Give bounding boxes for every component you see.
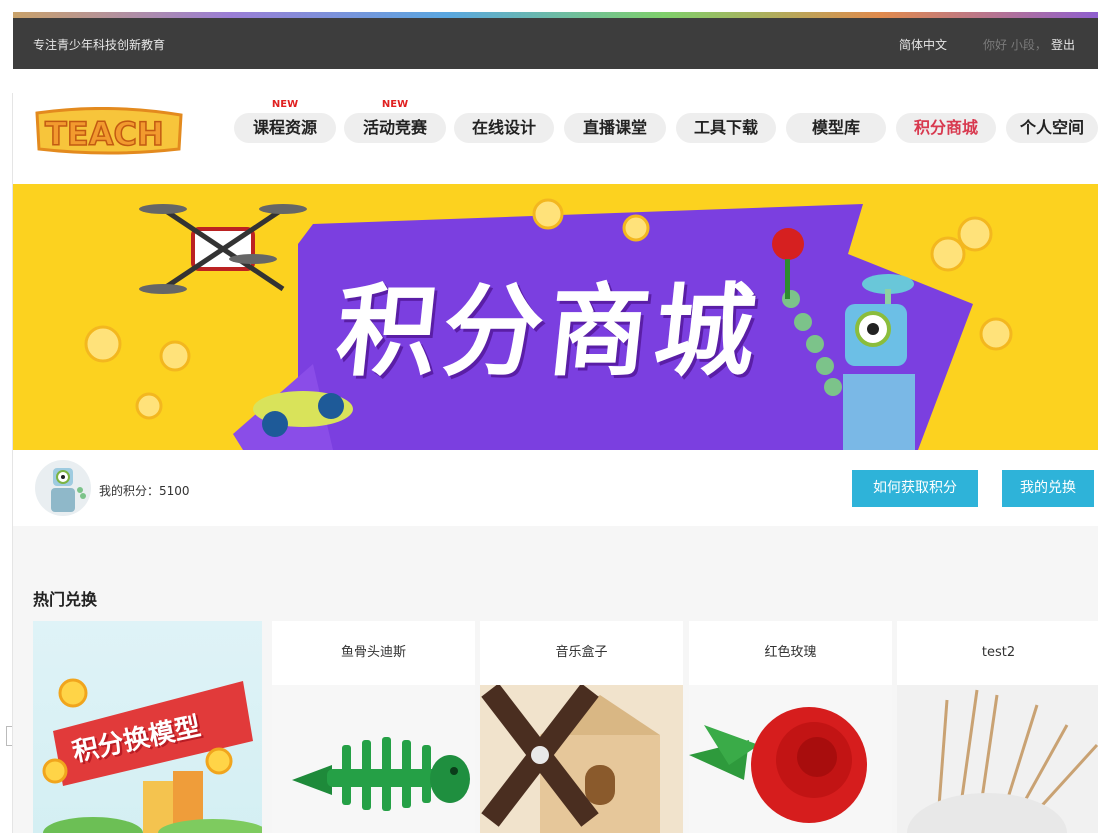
drone-icon bbox=[139, 204, 307, 294]
product-card[interactable]: 红色玫瑰 bbox=[689, 621, 892, 833]
avatar[interactable] bbox=[35, 460, 91, 516]
nav-course-resources[interactable]: NEW 课程资源 bbox=[234, 99, 336, 143]
nav-label: 活动竞赛 bbox=[362, 118, 427, 137]
new-badge: NEW bbox=[271, 99, 299, 110]
test2-image bbox=[897, 685, 1098, 833]
product-card[interactable]: test2 bbox=[897, 621, 1098, 833]
logo-text: TEACH bbox=[45, 115, 164, 153]
slogan: 专注青少年科技创新教育 bbox=[33, 38, 166, 52]
page: 专注青少年科技创新教育 简体中文 你好 小段， 登出 TEACH NEW 课程资… bbox=[0, 0, 1098, 833]
header: TEACH NEW 课程资源 NEW 活动竞赛 在线设计 直播课堂 工具下载 模… bbox=[13, 69, 1098, 184]
music-box-image bbox=[480, 685, 683, 833]
nav-label: 个人空间 bbox=[1019, 118, 1084, 137]
nav-label: 模型库 bbox=[811, 118, 860, 137]
product-name: 鱼骨头迪斯 bbox=[340, 645, 406, 660]
nav-model-library[interactable]: 模型库 bbox=[786, 113, 886, 143]
nav-label: 在线设计 bbox=[471, 118, 536, 137]
section-title: 热门兑换 bbox=[33, 590, 98, 609]
product-card[interactable]: 音乐盒子 bbox=[480, 621, 683, 833]
banner: 积分商城 bbox=[13, 184, 1098, 450]
user-greeting: 你好 小段， bbox=[983, 38, 1047, 52]
new-badge: NEW bbox=[381, 99, 409, 110]
product-name: 红色玫瑰 bbox=[764, 645, 817, 660]
nav-label: 工具下载 bbox=[693, 118, 758, 137]
hot-exchange-section: 热门兑换 积分换模型 鱼骨头迪斯 音乐盒子 红色玫瑰 test2 bbox=[13, 526, 1098, 833]
language-switch[interactable]: 简体中文 bbox=[899, 36, 947, 53]
nav-competitions[interactable]: NEW 活动竞赛 bbox=[344, 99, 446, 143]
nav-online-design[interactable]: 在线设计 bbox=[454, 113, 554, 143]
nav-personal-space[interactable]: 个人空间 bbox=[1006, 113, 1098, 143]
product-name: 音乐盒子 bbox=[555, 645, 608, 660]
my-exchange-button[interactable]: 我的兑换 bbox=[1002, 470, 1094, 507]
left-border bbox=[0, 93, 13, 833]
my-points: 我的积分：5100 bbox=[99, 484, 190, 498]
user-bar: 我的积分：5100 如何获取积分 我的兑换 bbox=[13, 450, 1098, 526]
logout-link[interactable]: 登出 bbox=[1051, 36, 1075, 53]
product-card[interactable]: 鱼骨头迪斯 bbox=[272, 621, 475, 833]
nav-tool-download[interactable]: 工具下载 bbox=[676, 113, 776, 143]
teach-logo[interactable]: TEACH bbox=[33, 106, 185, 159]
product-name: test2 bbox=[981, 645, 1016, 660]
fishbone-image bbox=[272, 685, 475, 833]
edge-bracket bbox=[6, 726, 12, 746]
nav-points-mall[interactable]: 积分商城 bbox=[896, 113, 996, 143]
top-bar: 专注青少年科技创新教育 简体中文 你好 小段， 登出 bbox=[13, 18, 1098, 69]
how-to-earn-points-button[interactable]: 如何获取积分 bbox=[852, 470, 978, 507]
nav-label: 课程资源 bbox=[252, 118, 317, 137]
promo-card[interactable]: 积分换模型 bbox=[33, 621, 262, 833]
red-rose-image bbox=[689, 685, 892, 833]
nav-live-class[interactable]: 直播课堂 bbox=[564, 113, 666, 143]
nav-label: 直播课堂 bbox=[582, 118, 647, 137]
nav-label: 积分商城 bbox=[913, 118, 978, 137]
banner-title: 积分商城 bbox=[330, 273, 768, 390]
